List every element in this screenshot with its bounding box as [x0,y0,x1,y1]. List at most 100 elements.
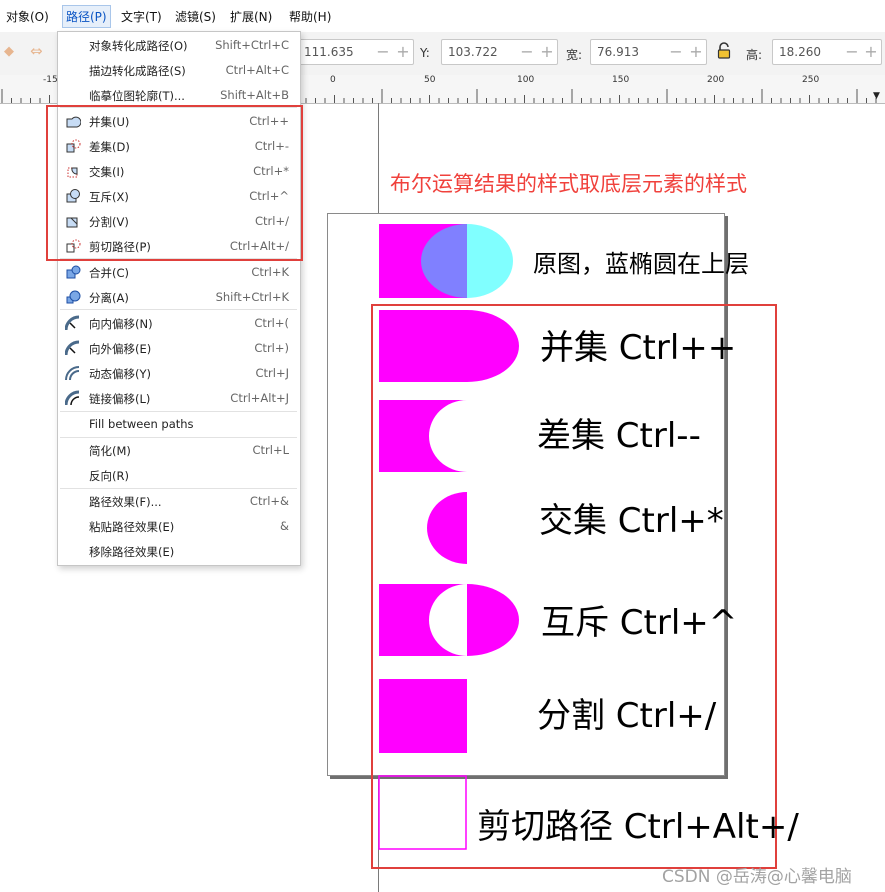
linked-offset-icon [64,390,81,406]
menu-item-shortcut: & [280,519,289,533]
inset-icon [64,315,81,331]
ruler-arrow-icon: ▼ [873,91,880,101]
menu-item-label: 路径效果(F)... [89,495,162,509]
y-decrement-button[interactable]: − [518,42,536,62]
menu-item-shortcut: Ctrl+K [251,265,289,279]
union-label: 并集 Ctrl++ [540,328,737,368]
x-value: 111.635 [304,45,354,59]
menu-item-path-effects[interactable]: 路径效果(F)... Ctrl+& [58,490,298,512]
menu-item-shortcut: Ctrl+) [254,341,289,355]
ruler-label: 50 [424,75,436,85]
menu-item-label: 反向(R) [89,469,129,483]
menu-item-object-to-path[interactable]: 对象转化成路径(O) Shift+Ctrl+C [58,34,298,56]
width-decrement-button[interactable]: − [667,42,685,62]
menu-item-fill-between-paths[interactable]: Fill between paths [58,413,298,435]
menu-item-label: 向外偏移(E) [89,342,152,356]
menu-item-shortcut: Shift+Ctrl+C [215,38,289,52]
menu-item-label: 链接偏移(L) [89,392,151,406]
height-value: 18.260 [779,45,821,59]
exclusion-label: 互斥 Ctrl+^ [541,603,738,643]
menu-item-label: 描边转化成路径(S) [89,64,186,78]
height-decrement-button[interactable]: − [843,42,861,62]
ruler-label: -15 [43,75,58,85]
watermark: CSDN @岳涛@心馨电脑 [662,867,852,887]
menu-item-dynamic-offset[interactable]: 动态偏移(Y) Ctrl+J [58,362,298,384]
y-label: Y: [420,46,430,60]
menu-bar: 对象(O) 路径(P) 文字(T) 滤镜(S) 扩展(N) 帮助(H) [0,0,885,33]
cut-path-label: 剪切路径 Ctrl+Alt+/ [477,807,799,847]
y-value: 103.722 [448,45,498,59]
menu-item-reverse[interactable]: 反向(R) [58,464,298,486]
x-field[interactable]: 111.635 − + [297,39,414,65]
menu-object[interactable]: 对象(O) [6,8,49,25]
snap-icon[interactable]: ◆ [4,44,14,59]
height-field[interactable]: 18.260 − + [772,39,882,65]
menu-filters[interactable]: 滤镜(S) [175,8,216,25]
menu-item-trace-bitmap[interactable]: 临摹位图轮廓(T)... Shift+Alt+B [58,84,298,106]
x-increment-button[interactable]: + [394,42,412,62]
menu-item-label: 对象转化成路径(O) [89,39,188,53]
difference-label: 差集 Ctrl-- [537,416,701,456]
menu-item-outset[interactable]: 向外偏移(E) Ctrl+) [58,337,298,359]
menu-item-break-apart[interactable]: 分离(A) Shift+Ctrl+K [58,286,298,308]
menu-item-simplify[interactable]: 简化(M) Ctrl+L [58,439,298,461]
menu-item-label: 移除路径效果(E) [89,545,175,559]
menu-separator [60,309,297,310]
height-increment-button[interactable]: + [862,42,880,62]
menu-item-combine[interactable]: 合并(C) Ctrl+K [58,261,298,283]
menu-item-shortcut: Ctrl+( [254,316,289,330]
boolean-ops-highlight [46,105,303,261]
menu-item-shortcut: Ctrl+Alt+J [230,391,289,405]
height-label: 高: [746,48,763,62]
menu-separator [60,437,297,438]
break-apart-icon [65,289,81,305]
ruler-label: 200 [707,75,725,85]
division-label: 分割 Ctrl+/ [537,696,717,736]
menu-item-label: 分离(A) [89,291,129,305]
flip-icon[interactable]: ⇔ [30,42,43,60]
menu-path[interactable]: 路径(P) [62,5,111,28]
outset-icon [64,340,81,356]
ruler-label: 150 [612,75,630,85]
menu-text[interactable]: 文字(T) [121,8,162,25]
ruler-label: 250 [802,75,820,85]
ruler-label: 0 [330,75,336,85]
menu-item-stroke-to-path[interactable]: 描边转化成路径(S) Ctrl+Alt+C [58,59,298,81]
y-increment-button[interactable]: + [538,42,556,62]
menu-item-shortcut: Ctrl+& [249,494,289,508]
menu-separator [60,488,297,489]
menu-item-label: 简化(M) [89,444,131,458]
menu-item-remove-path-effect[interactable]: 移除路径效果(E) [58,540,298,562]
menu-item-paste-path-effect[interactable]: 粘贴路径效果(E) & [58,515,298,537]
results-highlight [371,304,777,869]
menu-item-label: Fill between paths [89,417,194,431]
original-label: 原图，蓝椭圆在上层 [533,250,749,278]
annotation-note: 布尔运算结果的样式取底层元素的样式 [390,172,747,196]
menu-item-shortcut: Ctrl+J [255,366,290,380]
width-increment-button[interactable]: + [687,42,705,62]
menu-item-label: 动态偏移(Y) [89,367,151,381]
y-field[interactable]: 103.722 − + [441,39,558,65]
menu-separator [60,411,297,412]
menu-item-shortcut: Shift+Alt+B [220,88,289,102]
menu-item-label: 临摹位图轮廓(T)... [89,89,185,103]
ruler-label: 100 [517,75,535,85]
menu-item-label: 合并(C) [89,266,130,280]
menu-help[interactable]: 帮助(H) [289,8,331,25]
x-decrement-button[interactable]: − [374,42,392,62]
dynamic-offset-icon [65,365,81,381]
width-value: 76.913 [597,45,639,59]
lock-icon[interactable] [716,42,732,64]
combine-icon [65,264,81,280]
menu-item-label: 向内偏移(N) [89,317,153,331]
menu-item-shortcut: Shift+Ctrl+K [215,290,289,304]
menu-item-linked-offset[interactable]: 链接偏移(L) Ctrl+Alt+J [58,387,298,409]
menu-item-shortcut: Ctrl+Alt+C [225,63,289,77]
intersection-label: 交集 Ctrl+* [539,501,724,541]
menu-item-inset[interactable]: 向内偏移(N) Ctrl+( [58,312,298,334]
width-label: 宽: [566,48,583,62]
menu-item-label: 粘贴路径效果(E) [89,520,175,534]
menu-item-shortcut: Ctrl+L [252,443,289,457]
menu-extensions[interactable]: 扩展(N) [230,8,272,25]
width-field[interactable]: 76.913 − + [590,39,707,65]
